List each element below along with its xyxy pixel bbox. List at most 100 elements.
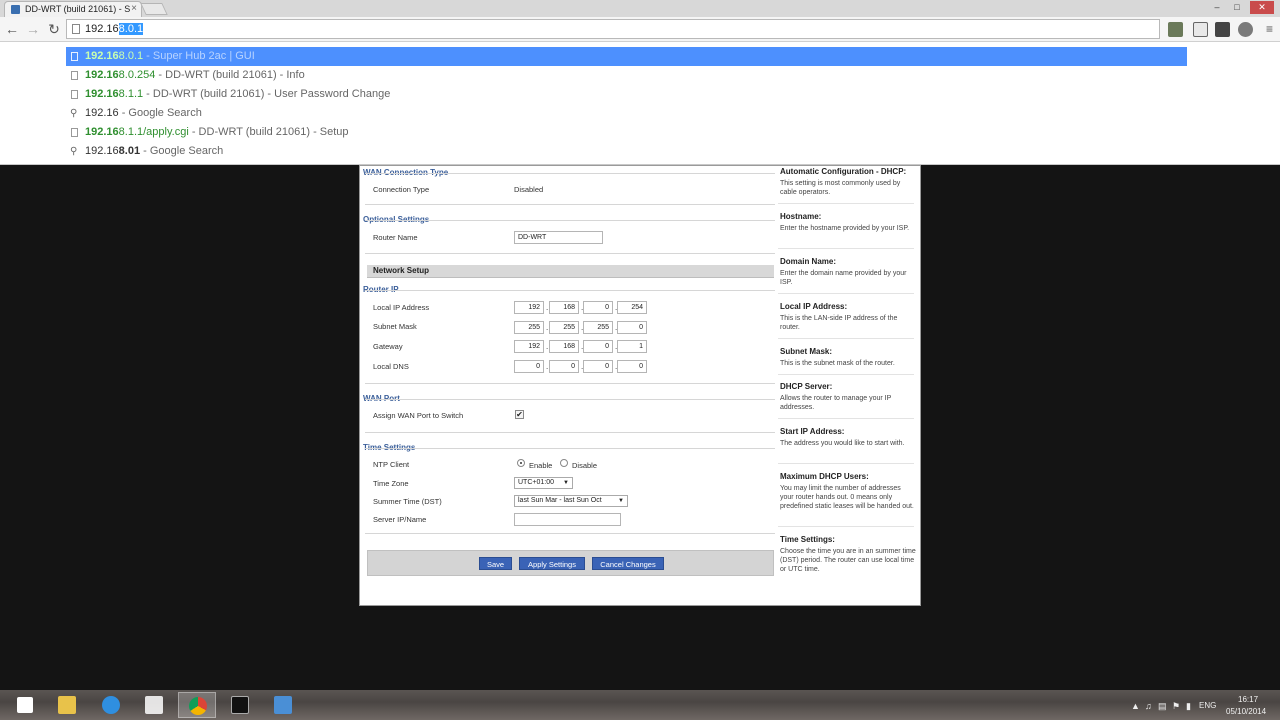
chrome-icon: [189, 697, 207, 715]
command-prompt-icon: [231, 696, 249, 714]
time-zone-label: Time Zone: [373, 479, 409, 488]
back-arrow-icon[interactable]: ←: [3, 20, 21, 38]
time-zone-select[interactable]: UTC+01:00 ▼: [514, 477, 573, 489]
extension-icon[interactable]: [1168, 22, 1183, 37]
suggestion-item[interactable]: 192.168.0.1 - Super Hub 2ac | GUI: [66, 47, 1187, 66]
gateway-octet-2[interactable]: 168: [549, 340, 579, 353]
close-window-button[interactable]: ✕: [1250, 1, 1274, 14]
clock-date[interactable]: 05/10/2014: [1226, 707, 1266, 716]
cancel-changes-button[interactable]: Cancel Changes: [592, 557, 664, 570]
hamburger-menu-icon[interactable]: ≡: [1262, 22, 1277, 37]
local-ip-octet-4[interactable]: 254: [617, 301, 647, 314]
new-tab-button[interactable]: [140, 3, 168, 15]
subnet-mask-label: Subnet Mask: [373, 322, 417, 331]
local-dns-label: Local DNS: [373, 362, 409, 371]
taskbar-chrome[interactable]: [178, 692, 216, 718]
browser-tab[interactable]: DD-WRT (build 21061) - S ×: [4, 1, 142, 17]
subnet-mask-octet-3[interactable]: 255: [583, 321, 613, 334]
subnet-mask-octet-1[interactable]: 255: [514, 321, 544, 334]
save-button[interactable]: Save: [479, 557, 512, 570]
local-dns-octet-4[interactable]: 0: [617, 360, 647, 373]
help-item-max-dhcp: Maximum DHCP Users: You may limit the nu…: [780, 472, 914, 510]
tab-close-icon[interactable]: ×: [131, 2, 137, 16]
cast-icon[interactable]: [1193, 22, 1208, 37]
gateway-octet-4[interactable]: 1: [617, 340, 647, 353]
forward-arrow-icon[interactable]: →: [24, 20, 42, 38]
help-panel: Automatic Configuration - DHCP: This set…: [776, 166, 920, 606]
local-dns-octet-2[interactable]: 0: [549, 360, 579, 373]
input-language[interactable]: ENG: [1199, 701, 1216, 710]
action-center-icon[interactable]: ⚑: [1172, 701, 1180, 712]
assign-wan-port-checkbox[interactable]: ✔: [515, 410, 524, 419]
dst-select[interactable]: last Sun Mar - last Sun Oct ▼: [514, 495, 628, 507]
ntp-disable-radio[interactable]: [560, 459, 568, 467]
assign-wan-port-label: Assign WAN Port to Switch: [373, 411, 464, 420]
clock-time[interactable]: 16:17: [1238, 695, 1258, 704]
setup-form: WAN Connection Type Connection Type Disa…: [360, 166, 776, 606]
server-ip-label: Server IP/Name: [373, 515, 427, 524]
internet-explorer-icon: [102, 696, 120, 714]
taskbar-command-prompt[interactable]: [221, 692, 259, 718]
show-hidden-icons-icon[interactable]: ▲: [1131, 701, 1140, 711]
start-button[interactable]: [6, 692, 44, 718]
store-icon: [145, 696, 163, 714]
connection-type-label: Connection Type: [373, 185, 430, 194]
help-item-time-settings: Time Settings: Choose the time you are i…: [780, 535, 916, 573]
chevron-down-icon: ▼: [563, 480, 569, 486]
ntp-enable-radio[interactable]: [517, 459, 525, 467]
minimize-button[interactable]: –: [1208, 1, 1226, 14]
help-item-subnet: Subnet Mask: This is the subnet mask of …: [780, 347, 895, 367]
reload-icon[interactable]: ↻: [45, 20, 63, 38]
gateway-octet-3[interactable]: 0: [583, 340, 613, 353]
page-icon: [71, 128, 78, 137]
router-setup-page: WAN Connection Type Connection Type Disa…: [359, 165, 921, 606]
taskbar-internet-explorer[interactable]: [92, 692, 130, 718]
taskbar-store[interactable]: [135, 692, 173, 718]
help-item-start-ip: Start IP Address: The address you would …: [780, 427, 905, 447]
subnet-mask-octet-4[interactable]: 0: [617, 321, 647, 334]
suggestion-item[interactable]: 192.168.1.1 - DD-WRT (build 21061) - Use…: [66, 85, 1187, 104]
taskbar-file-explorer[interactable]: [48, 692, 86, 718]
power-icon[interactable]: ▮: [1186, 701, 1191, 712]
server-ip-input[interactable]: [514, 513, 621, 526]
network-setup-title: Network Setup: [373, 266, 430, 275]
local-ip-octet-2[interactable]: 168: [549, 301, 579, 314]
local-dns-octet-3[interactable]: 0: [583, 360, 613, 373]
local-ip-octet-3[interactable]: 0: [583, 301, 613, 314]
ntp-enable-label: Enable: [529, 461, 553, 470]
suggestion-item[interactable]: ⚲ 192.16 - Google Search: [66, 104, 1187, 123]
extension-icon[interactable]: [1215, 22, 1230, 37]
omnibox-suggestions: 192.168.0.1 - Super Hub 2ac | GUI 192.16…: [0, 42, 1280, 165]
help-item-domain: Domain Name: Enter the domain name provi…: [780, 257, 907, 286]
local-dns-octet-1[interactable]: 0: [514, 360, 544, 373]
gateway-octet-1[interactable]: 192: [514, 340, 544, 353]
maximize-button[interactable]: □: [1228, 1, 1246, 14]
start-icon: [17, 697, 33, 713]
speaker-icon[interactable]: ♫: [1145, 701, 1152, 711]
magnifier-icon: ⚲: [70, 108, 78, 119]
tab-title: DD-WRT (build 21061) - S: [25, 4, 131, 14]
suggestion-item[interactable]: 192.168.1.1/apply.cgi - DD-WRT (build 21…: [66, 123, 1187, 142]
file-explorer-icon: [58, 696, 76, 714]
network-icon[interactable]: ▤: [1158, 701, 1167, 712]
apply-settings-button[interactable]: Apply Settings: [519, 557, 585, 570]
suggestion-item[interactable]: ⚲ 192.168.01 - Google Search: [66, 142, 1187, 161]
local-ip-label: Local IP Address: [373, 303, 430, 312]
taskbar-remote-desktop[interactable]: [264, 692, 302, 718]
connection-type-value: Disabled: [514, 185, 544, 194]
network-setup-header: Network Setup: [367, 265, 774, 278]
address-bar[interactable]: 192.168.0.1: [66, 19, 1160, 39]
subnet-mask-octet-2[interactable]: 255: [549, 321, 579, 334]
dst-label: Summer Time (DST): [373, 497, 442, 506]
page-icon: [72, 24, 80, 34]
action-bar: Save Apply Settings Cancel Changes: [367, 550, 774, 576]
suggestion-item[interactable]: 192.168.0.254 - DD-WRT (build 21061) - I…: [66, 66, 1187, 85]
router-name-input[interactable]: DD-WRT: [514, 231, 603, 244]
address-text[interactable]: 192.168.0.1: [85, 23, 144, 36]
magnifier-icon: ⚲: [70, 146, 78, 157]
ntp-disable-label: Disable: [572, 461, 598, 470]
remote-desktop-icon: [274, 696, 292, 714]
local-ip-octet-1[interactable]: 192: [514, 301, 544, 314]
ddwrt-favicon-icon: [11, 5, 20, 14]
extension-icon[interactable]: [1238, 22, 1253, 37]
